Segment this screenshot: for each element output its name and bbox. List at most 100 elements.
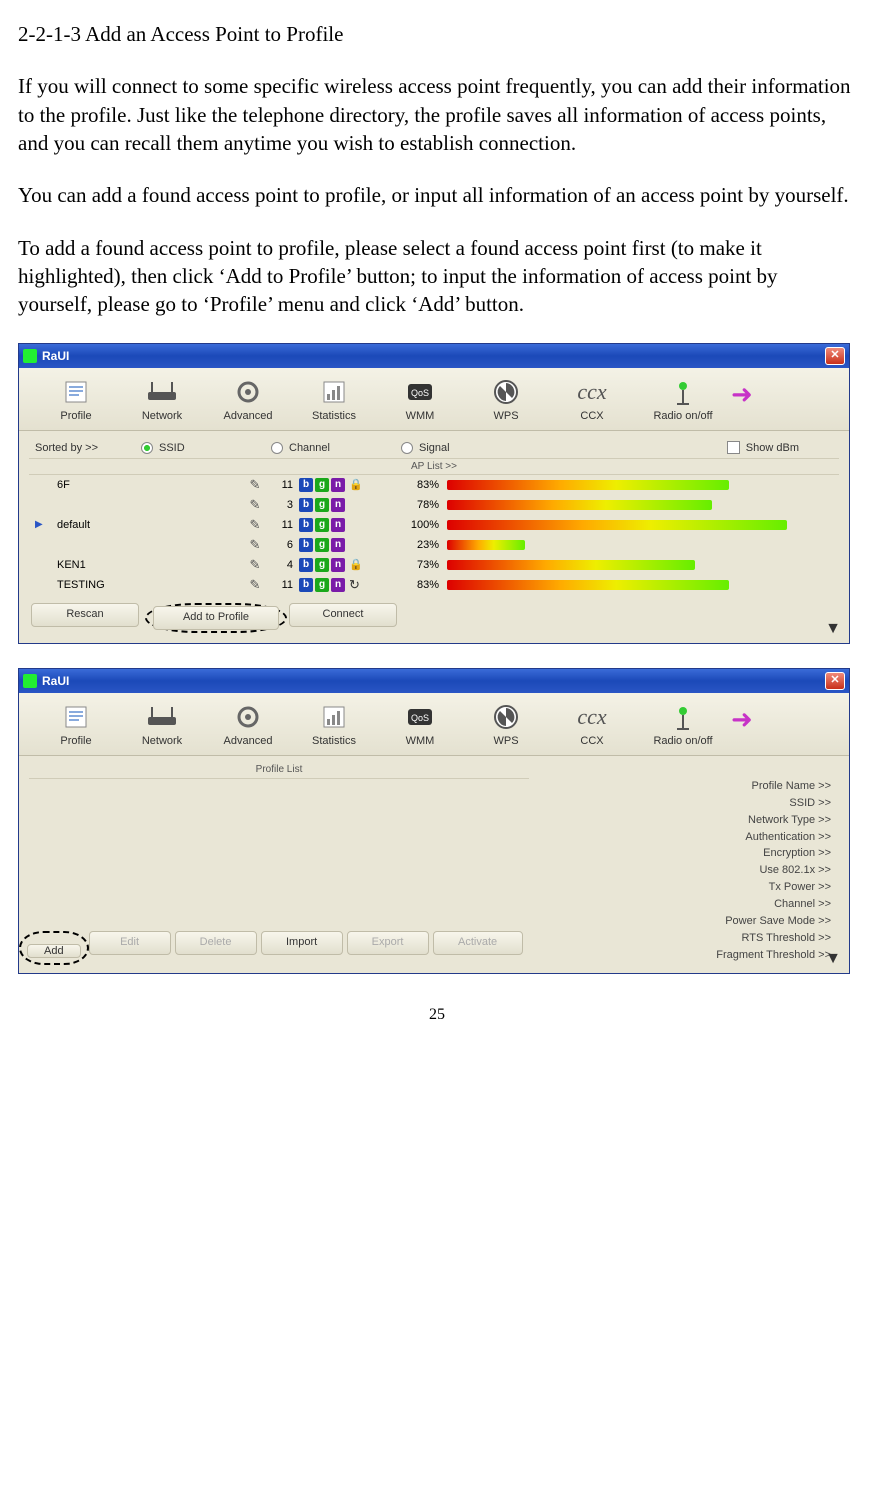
tab-radio[interactable]: Radio on/off bbox=[635, 375, 731, 430]
sort-by-channel[interactable]: Channel bbox=[271, 441, 401, 456]
ap-row[interactable]: TESTING✎11bgn↻83% bbox=[29, 575, 839, 595]
tab-ccx-label: CCX bbox=[580, 735, 603, 747]
arrow-out-icon[interactable]: ➜ bbox=[731, 377, 761, 430]
add-to-profile-button[interactable]: Add to Profile bbox=[153, 606, 279, 630]
ap-signal-bar bbox=[447, 580, 787, 590]
ap-channel: 11 bbox=[265, 578, 299, 593]
expand-down-icon[interactable]: ▼ bbox=[825, 948, 841, 970]
ap-ssid: 6F bbox=[57, 478, 245, 493]
qos-icon: QoS bbox=[406, 378, 434, 406]
ap-row[interactable]: default✎11bgn100% bbox=[29, 515, 839, 535]
field-ssid: SSID >> bbox=[539, 795, 839, 812]
tab-ccx-label: CCX bbox=[580, 410, 603, 422]
tab-ccx[interactable]: ccx CCX bbox=[549, 700, 635, 755]
ap-channel: 4 bbox=[265, 558, 299, 573]
mode-n-icon: n bbox=[331, 538, 345, 552]
ap-signal-bar bbox=[447, 480, 787, 490]
screenshot-profile-view: RaUI ✕ Profile Network Advanced Statisti… bbox=[18, 668, 850, 974]
tab-wmm-label: WMM bbox=[406, 735, 435, 747]
qos-icon: QoS bbox=[406, 703, 434, 731]
ap-channel: 3 bbox=[265, 498, 299, 513]
add-button[interactable]: Add bbox=[27, 944, 81, 958]
tab-network[interactable]: Network bbox=[119, 375, 205, 430]
main-toolbar: Profile Network Advanced Statistics QoS … bbox=[19, 693, 849, 756]
window-titlebar: RaUI ✕ bbox=[19, 344, 849, 368]
close-icon[interactable]: ✕ bbox=[825, 347, 845, 365]
tab-radio-label: Radio on/off bbox=[653, 410, 712, 422]
ap-row[interactable]: 6F✎11bgn🔒83% bbox=[29, 475, 839, 495]
ap-channel: 6 bbox=[265, 538, 299, 553]
tab-profile[interactable]: Profile bbox=[33, 700, 119, 755]
app-icon bbox=[23, 674, 37, 688]
close-icon[interactable]: ✕ bbox=[825, 672, 845, 690]
note-icon: ✎ bbox=[245, 536, 265, 554]
ap-row[interactable]: ✎3bgn78% bbox=[29, 495, 839, 515]
sort-by-signal[interactable]: Signal bbox=[401, 441, 531, 456]
tab-wmm[interactable]: QoS WMM bbox=[377, 700, 463, 755]
ap-modes: bgn bbox=[299, 518, 387, 532]
lock-icon: 🔒 bbox=[349, 478, 363, 493]
ap-modes: bgn🔒 bbox=[299, 478, 387, 493]
app-icon bbox=[23, 349, 37, 363]
ap-modes: bgn↻ bbox=[299, 576, 387, 594]
ap-signal-bar bbox=[447, 540, 787, 550]
connect-button[interactable]: Connect bbox=[289, 603, 397, 627]
tab-advanced[interactable]: Advanced bbox=[205, 375, 291, 430]
tab-radio[interactable]: Radio on/off bbox=[635, 700, 731, 755]
tab-advanced[interactable]: Advanced bbox=[205, 700, 291, 755]
delete-button[interactable]: Delete bbox=[175, 931, 257, 955]
mode-n-icon: n bbox=[331, 478, 345, 492]
paragraph-2: You can add a found access point to prof… bbox=[18, 181, 856, 209]
activate-button[interactable]: Activate bbox=[433, 931, 523, 955]
field-rts: RTS Threshold >> bbox=[539, 930, 839, 947]
tab-statistics[interactable]: Statistics bbox=[291, 700, 377, 755]
profile-list-box[interactable] bbox=[29, 779, 529, 939]
ap-signal-percent: 78% bbox=[387, 498, 447, 513]
show-dbm-checkbox[interactable]: Show dBm bbox=[727, 441, 799, 456]
ap-row[interactable]: KEN1✎4bgn🔒73% bbox=[29, 555, 839, 575]
rescan-button[interactable]: Rescan bbox=[31, 603, 139, 627]
export-button[interactable]: Export bbox=[347, 931, 429, 955]
ap-ssid: KEN1 bbox=[57, 558, 245, 573]
profile-details: Profile Name >> SSID >> Network Type >> … bbox=[539, 762, 839, 963]
expand-down-icon[interactable]: ▼ bbox=[825, 618, 841, 640]
ap-modes: bgn bbox=[299, 538, 387, 552]
ap-row[interactable]: ✎6bgn23% bbox=[29, 535, 839, 555]
mode-b-icon: b bbox=[299, 538, 313, 552]
tab-wps[interactable]: WPS bbox=[463, 700, 549, 755]
page-number: 25 bbox=[18, 1004, 856, 1026]
paragraph-1: If you will connect to some specific wir… bbox=[18, 72, 856, 157]
wps-icon bbox=[492, 703, 520, 731]
field-frag: Fragment Threshold >> bbox=[539, 947, 839, 964]
tab-ccx[interactable]: ccx CCX bbox=[549, 375, 635, 430]
sorted-by-label: Sorted by >> bbox=[29, 441, 141, 456]
main-toolbar: Profile Network Advanced Statistics QoS … bbox=[19, 368, 849, 431]
tab-statistics[interactable]: Statistics bbox=[291, 375, 377, 430]
tab-profile[interactable]: Profile bbox=[33, 375, 119, 430]
ccx-icon: ccx bbox=[577, 702, 606, 732]
tab-statistics-label: Statistics bbox=[312, 735, 356, 747]
edit-button[interactable]: Edit bbox=[89, 931, 171, 955]
sort-by-ssid[interactable]: SSID bbox=[141, 441, 271, 456]
field-profile-name: Profile Name >> bbox=[539, 778, 839, 795]
ap-channel: 11 bbox=[265, 478, 299, 493]
arrow-out-icon[interactable]: ➜ bbox=[731, 702, 761, 755]
tab-wps[interactable]: WPS bbox=[463, 375, 549, 430]
ap-ssid: default bbox=[57, 518, 245, 533]
import-button[interactable]: Import bbox=[261, 931, 343, 955]
tab-statistics-label: Statistics bbox=[312, 410, 356, 422]
window-title: RaUI bbox=[42, 673, 69, 689]
field-authentication: Authentication >> bbox=[539, 829, 839, 846]
sort-ssid-label: SSID bbox=[159, 442, 185, 454]
tab-wmm[interactable]: QoS WMM bbox=[377, 375, 463, 430]
tab-network[interactable]: Network bbox=[119, 700, 205, 755]
mode-g-icon: g bbox=[315, 578, 329, 592]
sort-channel-label: Channel bbox=[289, 442, 330, 454]
section-heading: 2-2-1-3 Add an Access Point to Profile bbox=[18, 20, 856, 48]
ap-signal-percent: 73% bbox=[387, 558, 447, 573]
note-icon: ✎ bbox=[245, 496, 265, 514]
statistics-icon bbox=[320, 378, 348, 406]
paragraph-3: To add a found access point to profile, … bbox=[18, 234, 856, 319]
gear-icon bbox=[234, 703, 262, 731]
add-highlight: Add bbox=[19, 931, 89, 965]
